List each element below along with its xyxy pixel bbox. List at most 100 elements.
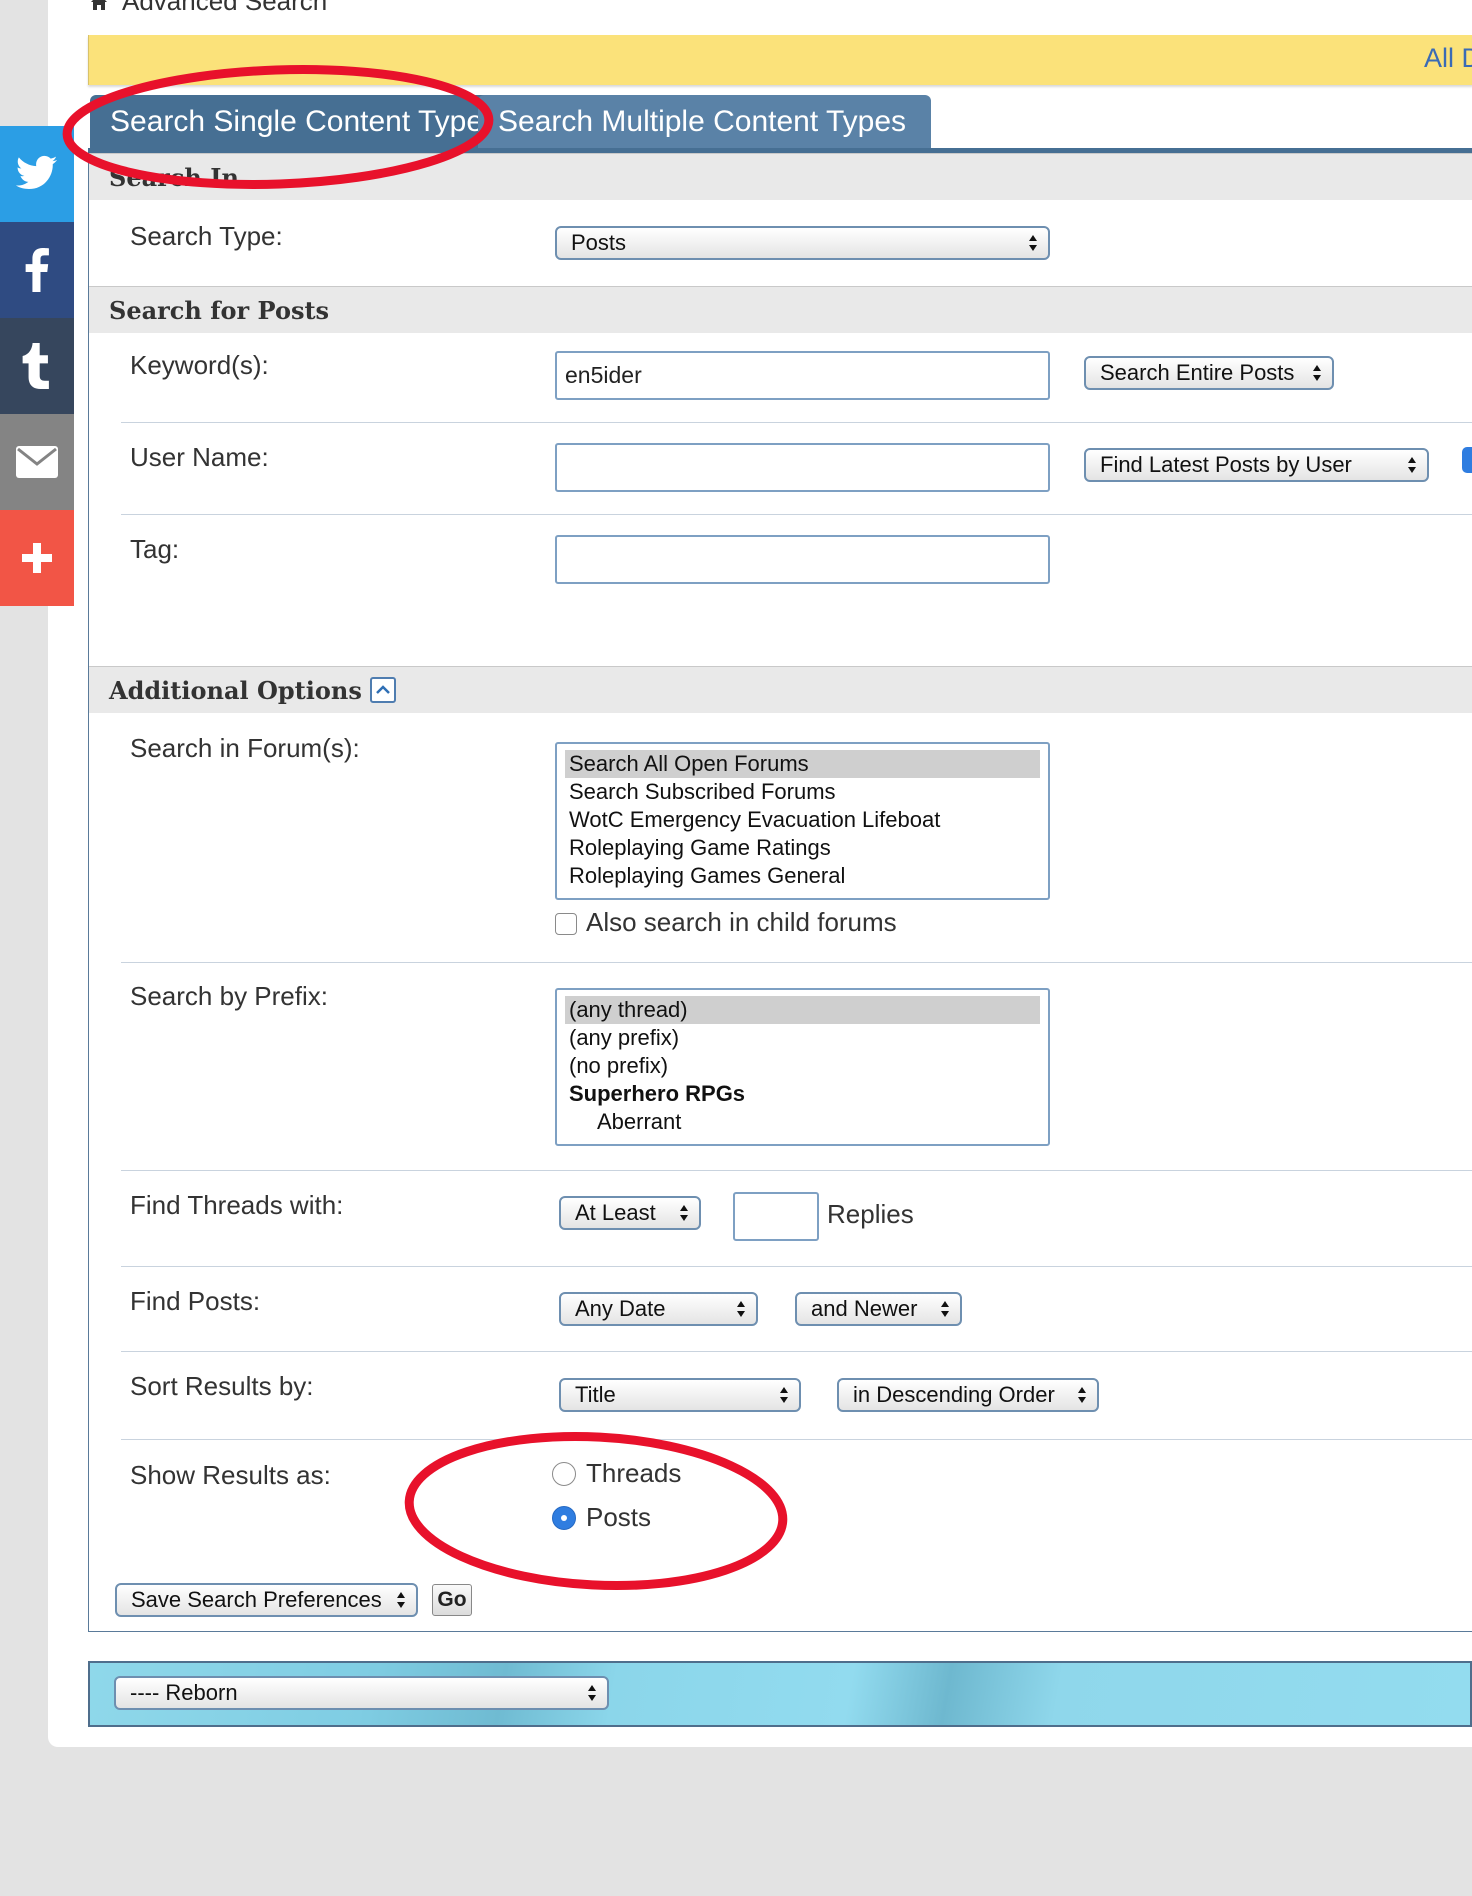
prefix-listbox[interactable]: (any thread) (any prefix) (no prefix) Su…	[555, 988, 1050, 1146]
plus-icon	[22, 543, 52, 573]
chevron-updown-icon	[941, 1301, 949, 1317]
find-posts-label: Find Posts:	[130, 1286, 261, 1316]
chevron-updown-icon	[1408, 457, 1416, 473]
tumblr-icon	[22, 343, 49, 389]
prefix-option[interactable]: (no prefix)	[565, 1052, 1040, 1080]
tag-input[interactable]	[555, 535, 1050, 584]
chevron-updown-icon	[737, 1301, 745, 1317]
prefix-option[interactable]: (any prefix)	[565, 1024, 1040, 1052]
chevron-updown-icon	[780, 1387, 788, 1403]
chevron-updown-icon	[588, 1685, 596, 1701]
posts-date-select[interactable]: Any Date	[559, 1292, 758, 1326]
home-icon[interactable]	[90, 0, 108, 11]
chevron-updown-icon	[1078, 1387, 1086, 1403]
row-divider	[121, 962, 1472, 963]
prefix-option[interactable]: (any thread)	[565, 996, 1040, 1024]
tab-search-multiple-content-types[interactable]: Search Multiple Content Types	[478, 95, 931, 149]
user-mode-value: Find Latest Posts by User	[1100, 452, 1352, 477]
go-button[interactable]: Go	[432, 1584, 472, 1616]
sort-field-value: Title	[575, 1382, 616, 1407]
forum-option[interactable]: Roleplaying Game Ratings	[565, 834, 1040, 862]
section-title-additional-options: Additional Options	[109, 675, 362, 705]
show-posts-label: Posts	[586, 1502, 652, 1532]
facebook-icon	[25, 248, 49, 292]
posts-direction-select[interactable]: and Newer	[795, 1292, 962, 1326]
forum-option[interactable]: Search Subscribed Forums	[565, 778, 1040, 806]
prefix-label: Search by Prefix:	[130, 981, 328, 1011]
forum-option[interactable]: Search All Open Forums	[565, 750, 1040, 778]
tumblr-share-button[interactable]	[0, 318, 74, 414]
threads-compare-value: At Least	[575, 1200, 656, 1225]
search-type-select[interactable]: Posts	[555, 226, 1050, 260]
sort-field-select[interactable]: Title	[559, 1378, 801, 1412]
more-share-button[interactable]	[0, 510, 74, 606]
section-header-additional-options: Additional Options	[89, 666, 1472, 713]
sort-label: Sort Results by:	[130, 1371, 314, 1401]
collapse-icon[interactable]	[369, 677, 396, 703]
replies-label: Replies	[827, 1199, 914, 1229]
sort-order-select[interactable]: in Descending Order	[837, 1378, 1099, 1412]
style-chooser-value: ---- Reborn	[130, 1680, 238, 1705]
forums-label: Search in Forum(s):	[130, 733, 360, 763]
chevron-updown-icon	[680, 1205, 688, 1221]
row-divider	[121, 1266, 1472, 1267]
twitter-icon	[15, 155, 58, 190]
notice-link[interactable]: All Di	[1424, 43, 1472, 74]
chevron-updown-icon	[397, 1592, 405, 1608]
posts-date-value: Any Date	[575, 1296, 666, 1321]
search-type-label: Search Type:	[130, 221, 283, 251]
tab-search-single-content-type[interactable]: Search Single Content Type	[90, 95, 503, 149]
keywords-label: Keyword(s):	[130, 350, 269, 380]
child-forums-label: Also search in child forums	[586, 907, 897, 937]
footer-bar: ---- Reborn	[88, 1661, 1472, 1727]
facebook-share-button[interactable]	[0, 222, 74, 318]
exact-name-checkbox[interactable]	[1462, 447, 1472, 473]
chevron-updown-icon	[1313, 365, 1321, 381]
forum-option[interactable]: Roleplaying Games General	[565, 862, 1040, 890]
row-divider	[121, 422, 1472, 423]
forums-listbox[interactable]: Search All Open Forums Search Subscribed…	[555, 742, 1050, 900]
child-forums-checkbox[interactable]	[555, 913, 577, 935]
forum-option[interactable]: WotC Emergency Evacuation Lifeboat	[565, 806, 1040, 834]
user-mode-select[interactable]: Find Latest Posts by User	[1084, 448, 1429, 482]
keyword-scope-select[interactable]: Search Entire Posts	[1084, 356, 1334, 390]
posts-direction-value: and Newer	[811, 1296, 918, 1321]
chevron-updown-icon	[1029, 235, 1037, 251]
section-title-search-in: Search In	[109, 162, 239, 192]
show-threads-radio[interactable]	[552, 1462, 576, 1486]
breadcrumb: Advanced Search	[90, 0, 327, 17]
row-divider	[121, 514, 1472, 515]
section-header-search-for-posts: Search for Posts	[89, 286, 1472, 333]
keyword-scope-value: Search Entire Posts	[1100, 360, 1295, 385]
keywords-input[interactable]: en5ider	[555, 351, 1050, 400]
username-input[interactable]	[555, 443, 1050, 492]
save-preferences-select[interactable]: Save Search Preferences	[115, 1583, 418, 1617]
save-preferences-value: Save Search Preferences	[131, 1587, 382, 1612]
social-share-bar	[0, 126, 74, 606]
search-form: Search In Search Type: Posts Search for …	[88, 153, 1472, 1632]
row-divider	[121, 1170, 1472, 1171]
show-posts-radio[interactable]	[552, 1506, 576, 1530]
username-label: User Name:	[130, 442, 269, 472]
replies-count-input[interactable]	[733, 1192, 819, 1241]
sort-order-value: in Descending Order	[853, 1382, 1055, 1407]
notice-bar: All Di	[88, 35, 1472, 85]
show-results-label: Show Results as:	[130, 1460, 331, 1490]
email-icon	[16, 446, 58, 478]
section-title-search-for-posts: Search for Posts	[109, 295, 330, 325]
search-type-value: Posts	[571, 230, 627, 255]
show-threads-label: Threads	[586, 1458, 682, 1488]
prefix-group-label: Superhero RPGs	[569, 1081, 746, 1106]
threads-label: Find Threads with:	[130, 1190, 344, 1220]
twitter-share-button[interactable]	[0, 126, 74, 222]
prefix-option[interactable]: Aberrant	[565, 1108, 1040, 1136]
tag-label: Tag:	[130, 534, 180, 564]
section-header-search-in: Search In	[89, 153, 1472, 200]
row-divider	[121, 1439, 1472, 1440]
row-divider	[121, 1351, 1472, 1352]
email-share-button[interactable]	[0, 414, 74, 510]
keywords-value: en5ider	[565, 362, 642, 388]
threads-compare-select[interactable]: At Least	[559, 1196, 701, 1230]
breadcrumb-current: Advanced Search	[122, 0, 328, 16]
style-chooser-select[interactable]: ---- Reborn	[114, 1676, 609, 1710]
